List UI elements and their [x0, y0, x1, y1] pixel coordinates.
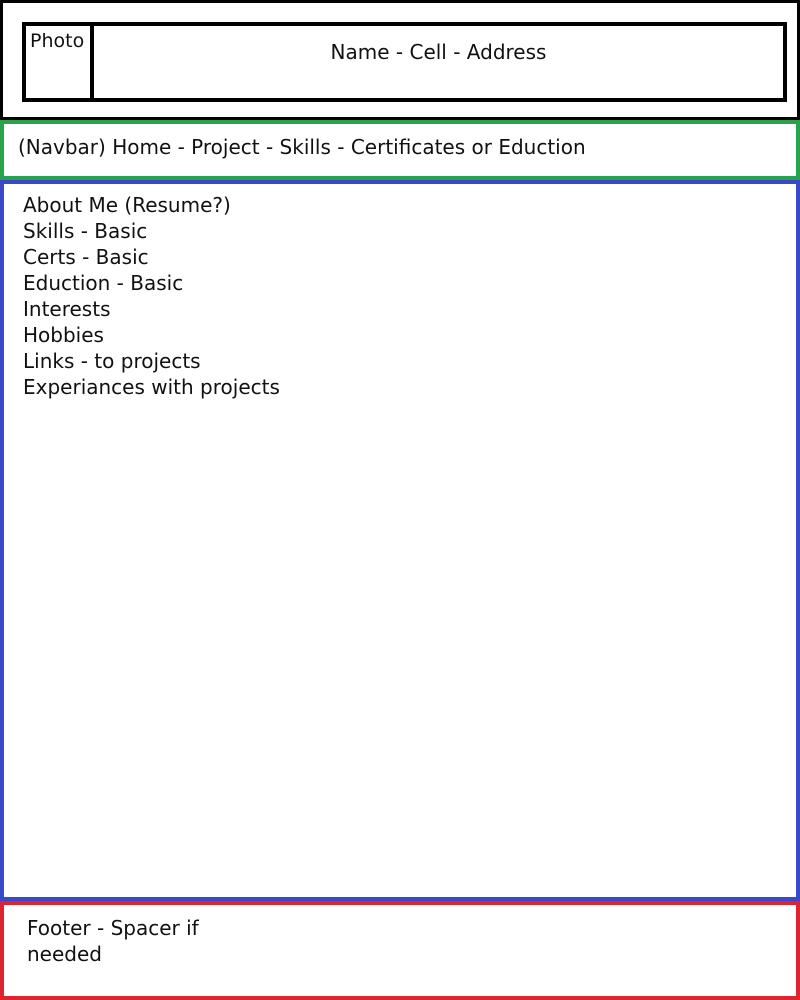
- navbar-section: (Navbar) Home - Project - Skills - Certi…: [0, 120, 800, 180]
- photo-placeholder: Photo: [26, 26, 94, 98]
- list-item: Certs - Basic: [23, 245, 149, 269]
- main-content-section: About Me (Resume?) Skills - Basic Certs …: [0, 180, 800, 901]
- list-item: Eduction - Basic: [23, 271, 184, 295]
- list-item: About Me (Resume?): [23, 193, 231, 217]
- footer-section: Footer - Spacer if needed: [0, 901, 800, 1000]
- navbar-text: (Navbar) Home - Project - Skills - Certi…: [18, 135, 586, 159]
- list-item: Hobbies: [23, 323, 104, 347]
- photo-label: Photo: [30, 30, 85, 52]
- content-list: About Me (Resume?) Skills - Basic Certs …: [23, 192, 280, 400]
- header-inner-box: Photo Name - Cell - Address: [22, 22, 787, 102]
- list-item: Interests: [23, 297, 111, 321]
- footer-text: Footer - Spacer if needed: [27, 916, 199, 966]
- header-section: Photo Name - Cell - Address: [0, 0, 800, 120]
- list-item: Links - to projects: [23, 349, 201, 373]
- list-item: Skills - Basic: [23, 219, 148, 243]
- contact-line: Name - Cell - Address: [330, 40, 547, 64]
- list-item: Experiances with projects: [23, 375, 280, 399]
